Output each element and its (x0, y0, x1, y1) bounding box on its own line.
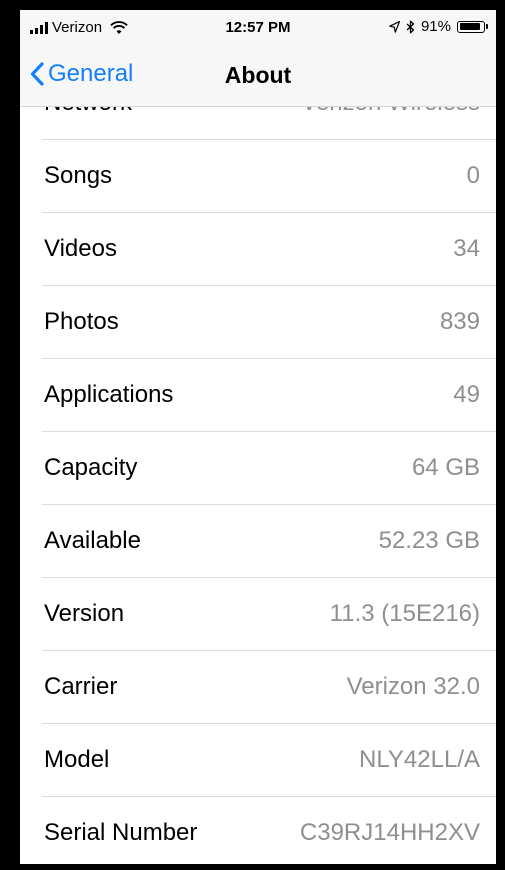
row-value: Verizon 32.0 (346, 673, 480, 700)
row-label: Videos (44, 235, 117, 262)
row-label: Model (44, 746, 110, 773)
row-label: Available (44, 527, 141, 554)
row-value: 64 GB (411, 454, 480, 481)
list-item[interactable]: Photos 839 (42, 286, 496, 359)
navigation-bar: General About (20, 44, 496, 107)
row-value: 0 (466, 162, 480, 189)
list-item[interactable]: Carrier Verizon 32.0 (42, 651, 496, 724)
status-bar: Verizon 12:57 PM 91% (20, 10, 496, 44)
about-rows: Network Verizon Wireless Songs 0 Videos 34 Pho… (20, 106, 496, 864)
list-item[interactable]: Version 11.3 (15E216) (42, 578, 496, 651)
row-value: 11.3 (15E216) (329, 600, 480, 627)
list-item[interactable]: Applications 49 (42, 359, 496, 432)
battery-icon (457, 20, 488, 33)
list-item[interactable]: Capacity 64 GB (42, 432, 496, 505)
row-value: C39RJ14HH2XV (299, 819, 480, 846)
list-item[interactable]: Available 52.23 GB (42, 505, 496, 578)
row-label: Photos (44, 308, 119, 335)
location-icon (389, 20, 400, 33)
row-value: 49 (453, 381, 480, 408)
row-value: 839 (439, 308, 480, 335)
row-value: 52.23 GB (378, 527, 480, 554)
row-label: Version (44, 600, 125, 627)
row-value: Verizon Wireless (301, 106, 480, 117)
row-value: 34 (453, 235, 480, 262)
list-item[interactable]: Serial Number C39RJ14HH2XV (42, 797, 496, 864)
list-item[interactable]: Songs 0 (42, 140, 496, 213)
row-label: Songs (44, 162, 113, 189)
status-right: 91% (389, 18, 488, 35)
row-label: Network (44, 106, 132, 117)
row-label: Carrier (44, 673, 118, 700)
row-label: Capacity (44, 454, 138, 481)
phone-screen: Verizon 12:57 PM 91% General About Songs… (20, 10, 496, 864)
bluetooth-icon (406, 20, 415, 33)
list-item[interactable]: Videos 34 (42, 213, 496, 286)
row-label: Serial Number (44, 819, 198, 846)
row-value: NLY42LL/A (359, 746, 480, 773)
battery-percent: 91% (420, 18, 451, 35)
page-title: About (224, 62, 292, 88)
about-list[interactable]: Network Verizon Wireless Songs 0 Videos 34 Pho… (20, 106, 496, 864)
list-item[interactable]: Model NLY42LL/A (42, 724, 496, 797)
list-item[interactable]: Network Verizon Wireless (42, 106, 496, 140)
row-label: Applications (44, 381, 174, 408)
